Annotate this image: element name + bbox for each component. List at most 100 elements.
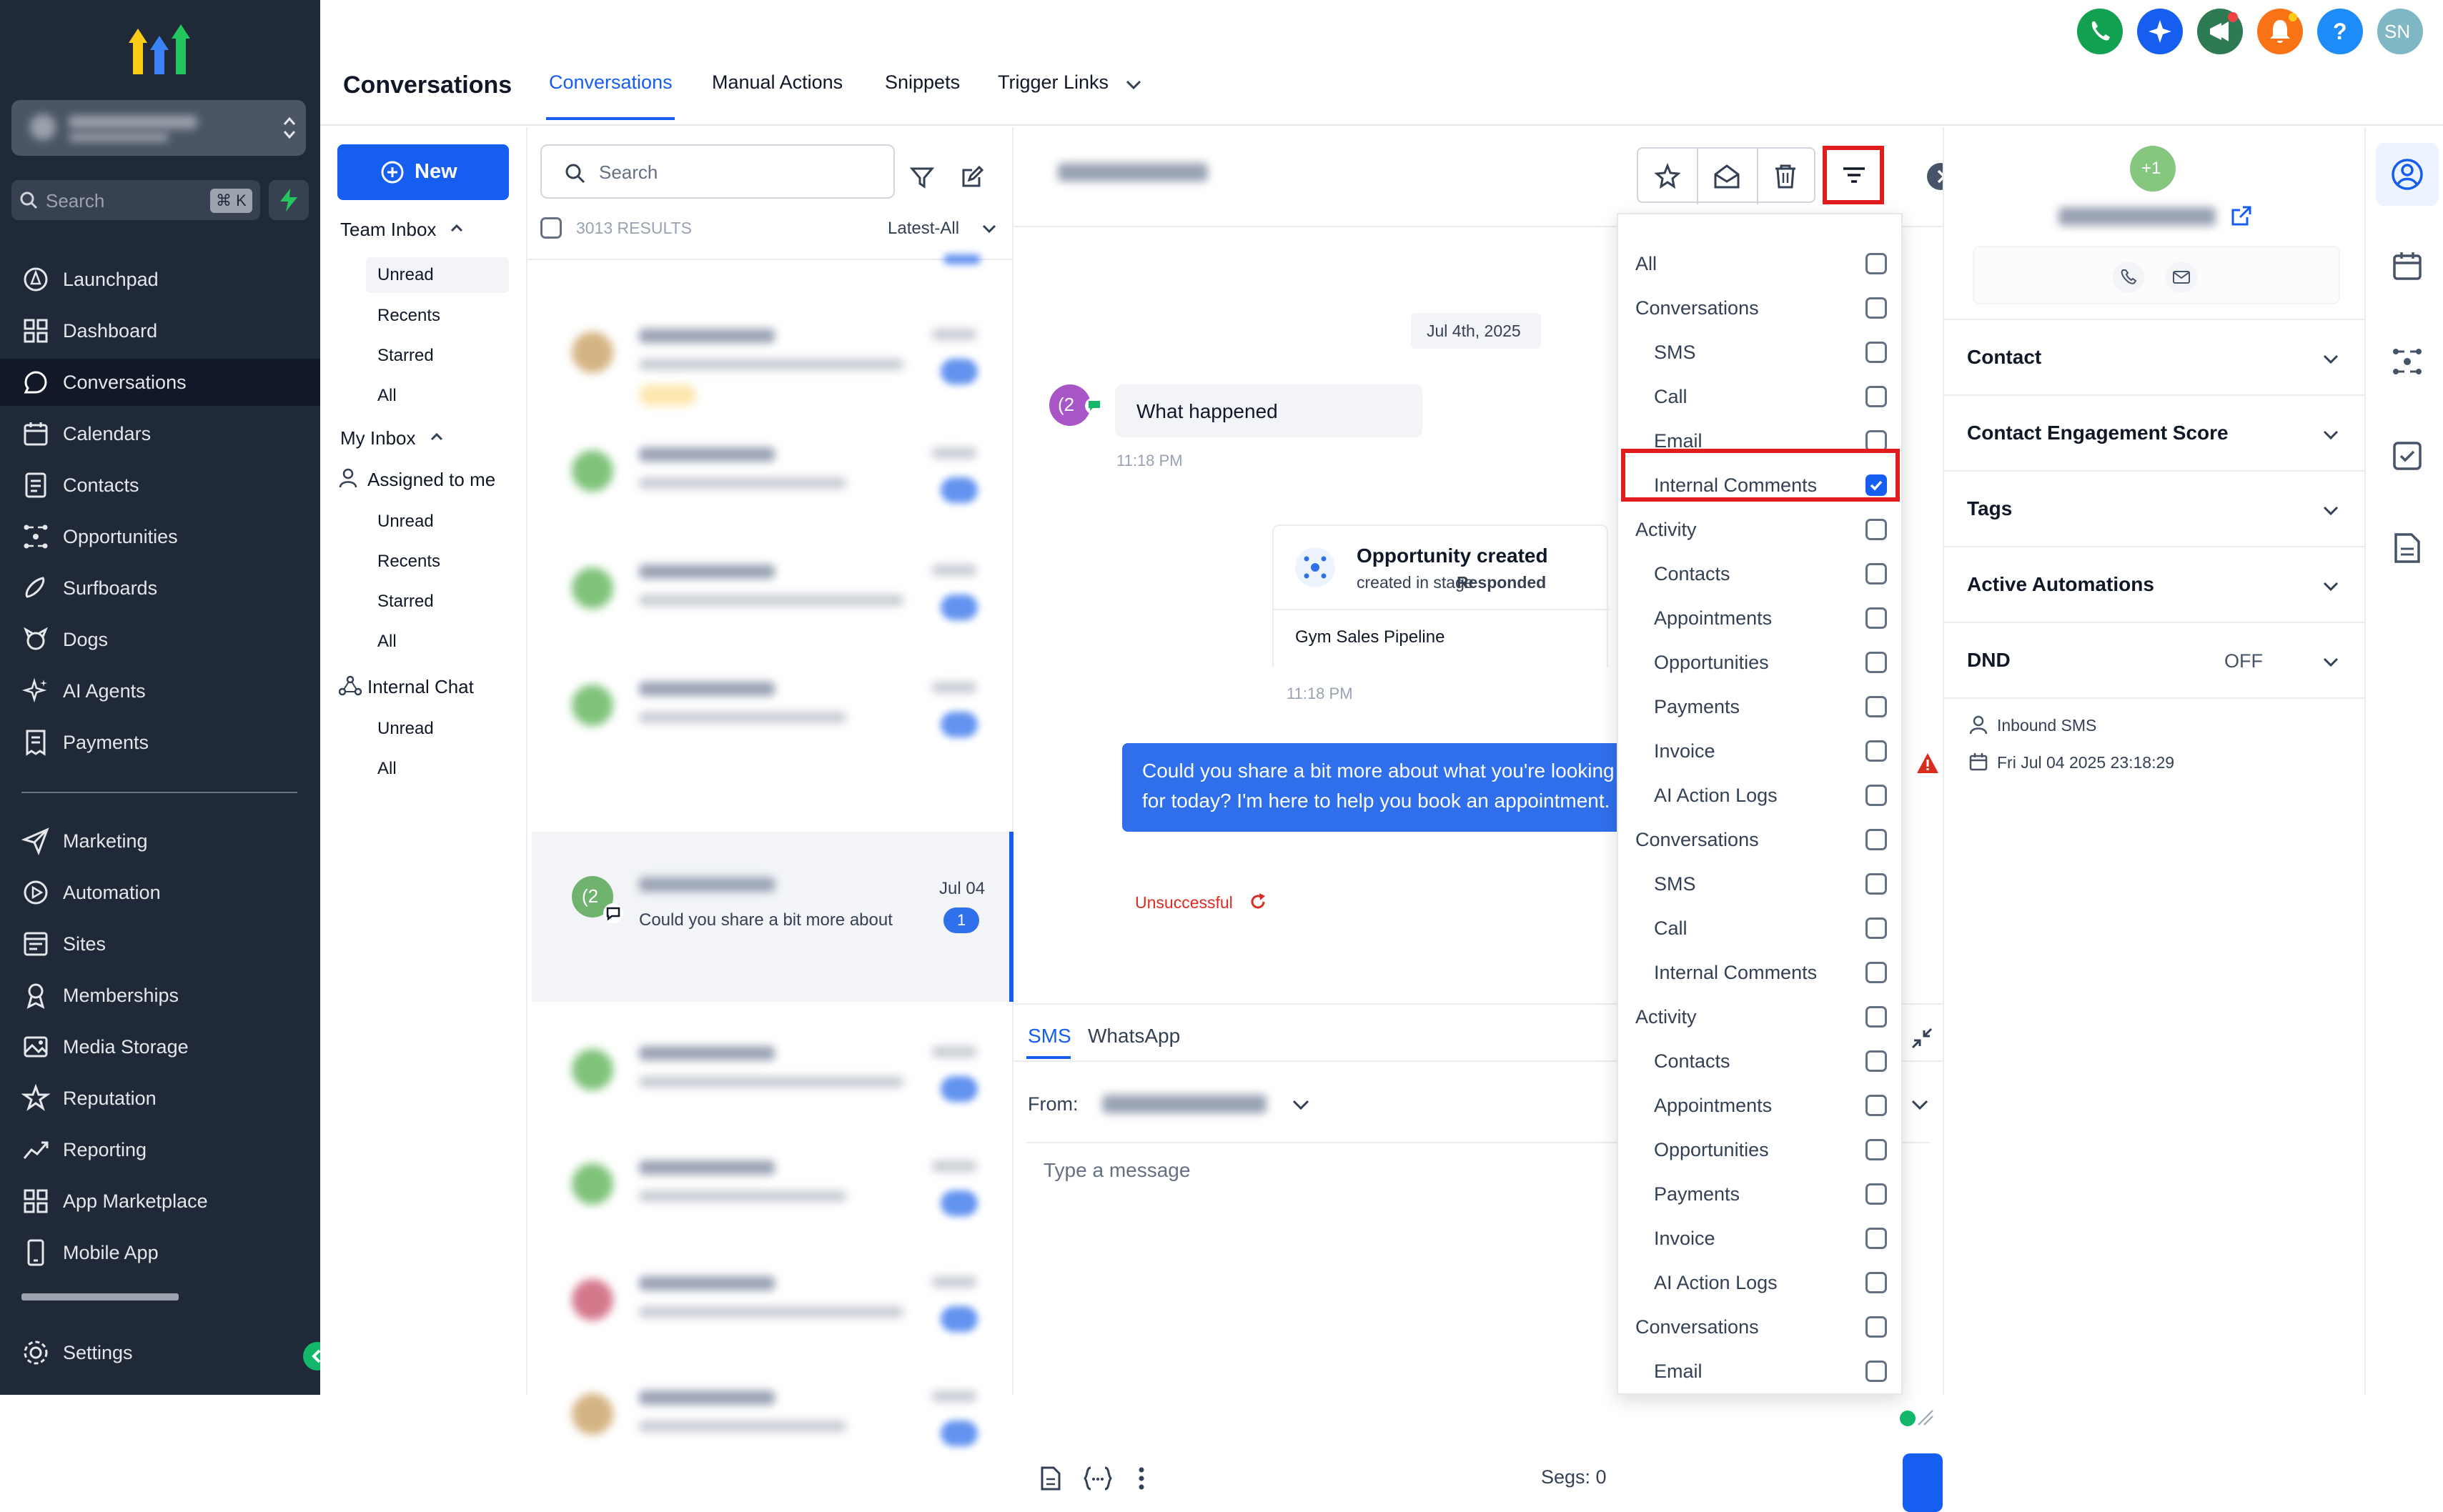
- contact-profile-tab[interactable]: [2376, 143, 2439, 206]
- filter-option-ai-action-logs[interactable]: AI Action Logs: [1618, 1260, 1904, 1305]
- filter-option-checkbox[interactable]: [1865, 253, 1887, 274]
- announcements-button[interactable]: [2197, 9, 2243, 54]
- filter-option-checkbox[interactable]: [1865, 962, 1887, 983]
- section-contact[interactable]: Contact: [1944, 320, 2366, 396]
- filter-lines-button[interactable]: [1823, 146, 1884, 204]
- filter-option-call[interactable]: Call: [1618, 374, 1904, 419]
- my-inbox-recents[interactable]: Recents: [377, 552, 440, 572]
- select-all-checkbox[interactable]: [540, 217, 562, 239]
- sidebar-item-automation[interactable]: Automation: [0, 869, 320, 916]
- internal-chat-all[interactable]: All: [377, 759, 397, 779]
- compose-icon[interactable]: [959, 164, 985, 190]
- conversation-row[interactable]: [527, 296, 1014, 410]
- trash-icon[interactable]: [1773, 163, 1798, 190]
- my-inbox-heading[interactable]: My Inbox: [340, 427, 416, 449]
- new-conversation-button[interactable]: New: [337, 144, 509, 200]
- conversation-row[interactable]: [527, 532, 1014, 646]
- sidebar-item-reporting[interactable]: Reporting: [0, 1126, 320, 1173]
- section-contact-engagement-score[interactable]: Contact Engagement Score: [1944, 396, 2366, 472]
- compose-tab-sms[interactable]: SMS: [1028, 1025, 1071, 1048]
- collapse-compose-icon[interactable]: [1910, 1026, 1934, 1050]
- filter-option-payments[interactable]: Payments: [1618, 685, 1904, 729]
- tab-trigger-links[interactable]: Trigger Links: [998, 71, 1109, 94]
- sidebar-item-app-marketplace[interactable]: App Marketplace: [0, 1178, 320, 1225]
- filter-option-conversations[interactable]: Conversations: [1618, 817, 1904, 862]
- filter-option-checkbox[interactable]: [1865, 696, 1887, 717]
- attach-file-icon[interactable]: [1039, 1465, 1062, 1492]
- filter-option-opportunities[interactable]: Opportunities: [1618, 1128, 1904, 1172]
- conversation-row[interactable]: [527, 1243, 1014, 1358]
- filter-option-checkbox[interactable]: [1865, 342, 1887, 363]
- filter-option-contacts[interactable]: Contacts: [1618, 552, 1904, 596]
- conversation-row[interactable]: [527, 1128, 1014, 1242]
- filter-option-checkbox[interactable]: [1865, 1050, 1887, 1072]
- filter-option-checkbox[interactable]: [1865, 1183, 1887, 1205]
- filter-option-checkbox[interactable]: [1865, 829, 1887, 850]
- conversation-row[interactable]: [527, 414, 1014, 529]
- filter-option-checkbox[interactable]: [1865, 386, 1887, 407]
- conversation-row[interactable]: [527, 649, 1014, 763]
- section-active-automations[interactable]: Active Automations: [1944, 547, 2366, 623]
- team-inbox-heading[interactable]: Team Inbox: [340, 219, 436, 241]
- filter-option-checkbox[interactable]: [1865, 1006, 1887, 1028]
- sidebar-item-conversations[interactable]: Conversations: [0, 359, 320, 406]
- sidebar-item-surfboards[interactable]: Surfboards: [0, 564, 320, 612]
- filter-option-internal-comments[interactable]: Internal Comments: [1618, 950, 1904, 995]
- external-link-icon[interactable]: [2230, 204, 2253, 227]
- more-options-icon[interactable]: [1136, 1465, 1146, 1492]
- to-chevron-down-icon[interactable]: [1910, 1096, 1930, 1113]
- assigned-to-me[interactable]: Assigned to me: [367, 469, 495, 491]
- conversation-row[interactable]: [527, 1358, 1014, 1472]
- filter-option-checkbox[interactable]: [1865, 917, 1887, 939]
- filter-option-checkbox[interactable]: [1865, 519, 1887, 540]
- filter-option-checkbox[interactable]: [1865, 607, 1887, 629]
- custom-values-icon[interactable]: [1082, 1465, 1114, 1492]
- mail-open-icon[interactable]: [1713, 163, 1741, 190]
- notifications-button[interactable]: [2257, 9, 2303, 54]
- filter-option-all[interactable]: All: [1618, 242, 1904, 286]
- sidebar-item-contacts[interactable]: Contacts: [0, 462, 320, 509]
- tab-manual-actions[interactable]: Manual Actions: [712, 71, 843, 94]
- conversation-row[interactable]: [527, 1013, 1014, 1128]
- quick-action-button[interactable]: [269, 180, 309, 220]
- sidebar-item-memberships[interactable]: Memberships: [0, 972, 320, 1019]
- filter-option-checkbox[interactable]: [1865, 1228, 1887, 1249]
- chevron-down-icon[interactable]: [981, 222, 998, 236]
- team-inbox-starred[interactable]: Starred: [377, 346, 434, 366]
- internal-chat-unread[interactable]: Unread: [377, 719, 434, 739]
- filter-option-invoice[interactable]: Invoice: [1618, 729, 1904, 773]
- section-tags[interactable]: Tags: [1944, 472, 2366, 547]
- sidebar-item-launchpad[interactable]: Launchpad: [0, 256, 320, 303]
- chevron-up-icon[interactable]: [429, 430, 445, 443]
- sidebar-item-payments[interactable]: Payments: [0, 719, 320, 766]
- tasks-tab-icon[interactable]: [2392, 440, 2423, 472]
- sidebar-item-opportunities[interactable]: Opportunities: [0, 513, 320, 560]
- sort-select[interactable]: Latest-All: [888, 219, 959, 239]
- call-contact-icon[interactable]: [2113, 262, 2144, 293]
- filter-option-appointments[interactable]: Appointments: [1618, 1083, 1904, 1128]
- sidebar-item-dogs[interactable]: Dogs: [0, 616, 320, 663]
- filter-option-activity[interactable]: Activity: [1618, 995, 1904, 1039]
- user-avatar[interactable]: SN: [2377, 9, 2423, 54]
- filter-option-checkbox[interactable]: [1865, 785, 1887, 806]
- team-inbox-recents[interactable]: Recents: [377, 306, 440, 326]
- filter-option-payments[interactable]: Payments: [1618, 1172, 1904, 1216]
- sidebar-item-reputation[interactable]: Reputation: [0, 1075, 320, 1122]
- filter-option-sms[interactable]: SMS: [1618, 862, 1904, 906]
- filter-option-call[interactable]: Call: [1618, 906, 1904, 950]
- sidebar-item-calendars[interactable]: Calendars: [0, 410, 320, 457]
- calendar-tab-icon[interactable]: [2392, 250, 2423, 282]
- sidebar-item-marketing[interactable]: Marketing: [0, 817, 320, 865]
- filter-option-checkbox[interactable]: [1865, 1316, 1887, 1338]
- team-inbox-all[interactable]: All: [377, 386, 397, 406]
- sidebar-item-media-storage[interactable]: Media Storage: [0, 1023, 320, 1070]
- chevron-up-icon[interactable]: [449, 222, 465, 234]
- filter-option-checkbox[interactable]: [1865, 1095, 1887, 1116]
- from-chevron-down-icon[interactable]: [1291, 1096, 1311, 1113]
- filter-option-contacts[interactable]: Contacts: [1618, 1039, 1904, 1083]
- sidebar-item-settings[interactable]: Settings: [0, 1329, 320, 1376]
- help-button[interactable]: ?: [2317, 9, 2363, 54]
- filter-option-invoice[interactable]: Invoice: [1618, 1216, 1904, 1260]
- email-contact-icon[interactable]: [2166, 262, 2197, 293]
- filter-option-email[interactable]: Email: [1618, 1349, 1904, 1393]
